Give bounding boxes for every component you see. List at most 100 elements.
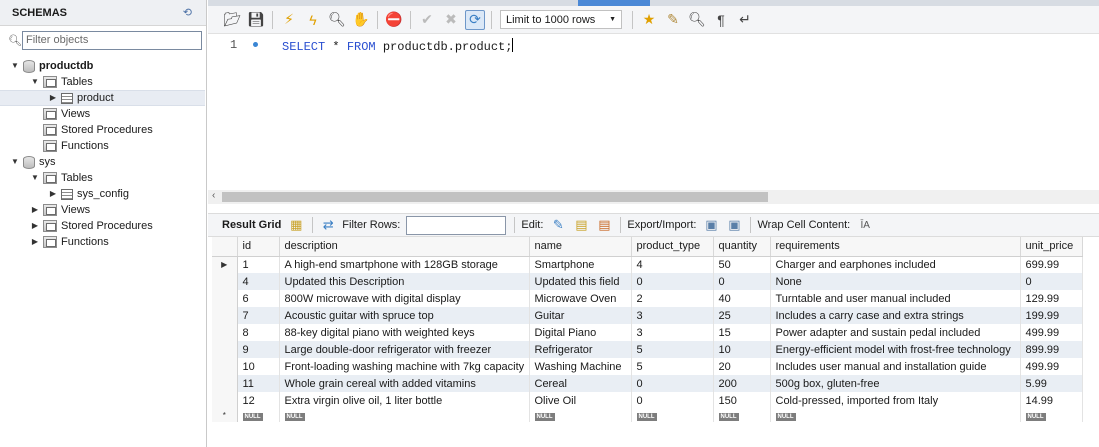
- tree-folder-tables[interactable]: ▼ Tables: [0, 74, 206, 90]
- wrap-lines-icon[interactable]: ↵: [735, 10, 755, 30]
- grid-cell[interactable]: Cereal: [529, 375, 632, 392]
- grid-cell[interactable]: NULL: [529, 409, 632, 422]
- tree-table-sys-config[interactable]: ▶ sys_config: [0, 186, 206, 202]
- row-header[interactable]: [212, 375, 238, 392]
- delete-row-icon[interactable]: ▤: [595, 216, 613, 234]
- tree-folder-views[interactable]: ▶ Views: [0, 202, 206, 218]
- find-icon[interactable]: 🔍︎: [687, 10, 707, 30]
- scroll-left-icon[interactable]: ‹: [212, 190, 215, 201]
- grid-cell[interactable]: 3: [631, 324, 714, 341]
- table-row[interactable]: 9 Large double-door refrigerator with fr…: [212, 341, 1083, 358]
- grid-cell[interactable]: 899.99: [1020, 341, 1083, 358]
- expand-arrow-icon[interactable]: ▼: [30, 74, 40, 90]
- filter-objects-input[interactable]: [22, 30, 202, 50]
- grid-cell[interactable]: NULL: [631, 409, 714, 422]
- grid-cell[interactable]: 7: [237, 307, 280, 324]
- tree-folder-tables[interactable]: ▼ Tables: [0, 170, 206, 186]
- save-icon[interactable]: 💾︎: [246, 10, 266, 30]
- active-query-tab[interactable]: [578, 0, 650, 6]
- grid-cell[interactable]: Guitar: [529, 307, 632, 324]
- grid-cell[interactable]: 499.99: [1020, 324, 1083, 341]
- grid-cell[interactable]: 88-key digital piano with weighted keys: [279, 324, 530, 341]
- grid-cell[interactable]: NULL: [713, 409, 771, 422]
- collapse-arrow-icon[interactable]: ▶: [30, 202, 40, 218]
- grid-cell[interactable]: 0: [631, 273, 714, 290]
- grid-cell[interactable]: 800W microwave with digital display: [279, 290, 530, 307]
- grid-cell[interactable]: Large double-door refrigerator with free…: [279, 341, 530, 358]
- grid-cell[interactable]: 200: [713, 375, 771, 392]
- tree-schema-sys[interactable]: ▼ sys: [0, 154, 206, 170]
- new-row[interactable]: * NULL NULL NULL NULL NULL NULL NULL: [212, 409, 1083, 422]
- grid-cell[interactable]: 11: [237, 375, 280, 392]
- row-header[interactable]: [212, 341, 238, 358]
- grid-cell[interactable]: NULL: [237, 409, 280, 422]
- scrollbar-thumb[interactable]: [222, 192, 768, 202]
- insert-row-icon[interactable]: ▤: [572, 216, 590, 234]
- grid-cell[interactable]: 40: [713, 290, 771, 307]
- explain-icon[interactable]: 🔍︎: [327, 10, 347, 30]
- grid-cell[interactable]: 4: [237, 273, 280, 290]
- column-header[interactable]: unit_price: [1020, 237, 1083, 257]
- refresh-icon[interactable]: ⟲: [183, 6, 192, 19]
- execute-current-statement-icon[interactable]: ϟ: [303, 10, 323, 30]
- grid-cell[interactable]: Updated this field: [529, 273, 632, 290]
- add-snippet-icon[interactable]: ★: [639, 10, 659, 30]
- grid-cell[interactable]: Power adapter and sustain pedal included: [770, 324, 1021, 341]
- grid-cell[interactable]: 0: [713, 273, 771, 290]
- grid-cell[interactable]: 499.99: [1020, 358, 1083, 375]
- grid-cell[interactable]: Microwave Oven: [529, 290, 632, 307]
- grid-cell[interactable]: Turntable and user manual included: [770, 290, 1021, 307]
- table-row[interactable]: 11 Whole grain cereal with added vitamin…: [212, 375, 1083, 392]
- grid-view-icon[interactable]: ▦: [287, 216, 305, 234]
- grid-cell[interactable]: 9: [237, 341, 280, 358]
- edit-row-icon[interactable]: ✎: [549, 216, 567, 234]
- row-header[interactable]: [212, 392, 238, 409]
- column-header[interactable]: quantity: [713, 237, 771, 257]
- grid-cell[interactable]: 5: [631, 341, 714, 358]
- grid-cell[interactable]: 699.99: [1020, 256, 1083, 273]
- grid-cell[interactable]: 14.99: [1020, 392, 1083, 409]
- table-row[interactable]: 10 Front-loading washing machine with 7k…: [212, 358, 1083, 375]
- tree-folder-views[interactable]: Views: [0, 106, 206, 122]
- row-header[interactable]: [212, 358, 238, 375]
- grid-cell[interactable]: Charger and earphones included: [770, 256, 1021, 273]
- collapse-arrow-icon[interactable]: ▶: [30, 234, 40, 250]
- grid-cell[interactable]: Updated this Description: [279, 273, 530, 290]
- current-row-indicator-icon[interactable]: ▶: [212, 256, 238, 273]
- grid-cell[interactable]: 0: [631, 392, 714, 409]
- row-header[interactable]: [212, 307, 238, 324]
- stop-icon[interactable]: ✋: [351, 10, 371, 30]
- grid-cell[interactable]: Washing Machine: [529, 358, 632, 375]
- column-header[interactable]: product_type: [631, 237, 714, 257]
- commit-icon[interactable]: ✔: [417, 10, 437, 30]
- row-header[interactable]: [212, 290, 238, 307]
- tree-folder-stored-procedures[interactable]: ▶ Stored Procedures: [0, 218, 206, 234]
- invisible-chars-icon[interactable]: ¶: [711, 10, 731, 30]
- grid-cell[interactable]: 20: [713, 358, 771, 375]
- grid-cell[interactable]: Cold-pressed, imported from Italy: [770, 392, 1021, 409]
- table-row[interactable]: 12 Extra virgin olive oil, 1 liter bottl…: [212, 392, 1083, 409]
- sql-editor[interactable]: 1 SELECT * FROM productdb.product;: [208, 34, 1099, 188]
- grid-cell[interactable]: 5.99: [1020, 375, 1083, 392]
- grid-cell[interactable]: Extra virgin olive oil, 1 liter bottle: [279, 392, 530, 409]
- wrap-cell-icon[interactable]: ĪA: [856, 216, 874, 234]
- editor-horizontal-scrollbar[interactable]: ‹: [208, 190, 1099, 204]
- row-header[interactable]: [212, 273, 238, 290]
- grid-cell[interactable]: 50: [713, 256, 771, 273]
- beautify-icon[interactable]: ✎: [663, 10, 683, 30]
- grid-cell[interactable]: 15: [713, 324, 771, 341]
- expand-arrow-icon[interactable]: ▼: [10, 154, 20, 170]
- grid-cell[interactable]: 2: [631, 290, 714, 307]
- new-row-marker[interactable]: *: [212, 409, 238, 422]
- tree-schema-productdb[interactable]: ▼ productdb: [0, 58, 206, 74]
- grid-cell[interactable]: 1: [237, 256, 280, 273]
- toggle-stop-on-error-icon[interactable]: ⛔: [384, 10, 404, 30]
- table-row[interactable]: 4 Updated this Description Updated this …: [212, 273, 1083, 290]
- grid-cell[interactable]: 8: [237, 324, 280, 341]
- grid-cell[interactable]: Whole grain cereal with added vitamins: [279, 375, 530, 392]
- column-header[interactable]: name: [529, 237, 632, 257]
- autocommit-icon[interactable]: ⟳: [465, 9, 485, 30]
- result-grid[interactable]: id description name product_type quantit…: [212, 237, 1083, 422]
- grid-cell[interactable]: Includes a carry case and extra strings: [770, 307, 1021, 324]
- grid-cell[interactable]: 150: [713, 392, 771, 409]
